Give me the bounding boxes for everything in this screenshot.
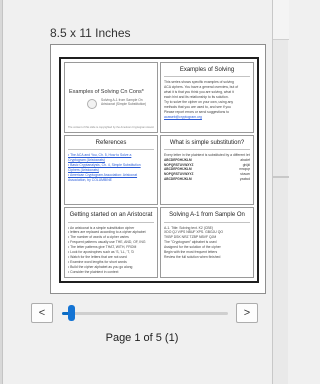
slide-title: Solving A-1 from Sample On	[164, 210, 250, 223]
slide-title: References	[68, 138, 154, 150]
right-panel-header	[273, 0, 289, 40]
slide-text-line: Consider the plaintext in context	[68, 270, 154, 275]
paper-size-label: 8.5 x 11 Inches	[50, 26, 131, 40]
slide-thumbnail-6: Solving A-1 from Sample On A-1. Title: S…	[160, 207, 254, 278]
slide-thumbnail-2: Examples of Solving This series shows sp…	[160, 62, 254, 133]
slide-email-link: acaweb@cryptogram.org	[164, 114, 202, 119]
page-indicator: Page 1 of 5 (1)	[105, 332, 179, 344]
slide-subtitle: Solving A-1 from Sample On Aristocrat (S…	[101, 98, 146, 107]
print-preview-page: Examples of Solving Cn Cons* Solving A-1…	[50, 44, 266, 294]
preview-navigation: < > Page 1 of 5 (1)	[0, 296, 272, 384]
next-page-button[interactable]: >	[236, 303, 258, 323]
page-slider[interactable]	[62, 305, 228, 321]
slide-table: ABCDEFGHIJKLM abcdef NOPQRSTUVWXYZ ghijkl …	[164, 158, 250, 182]
page-slider-thumb[interactable]	[68, 305, 75, 321]
slide-reference-link: Association, by COLUMBINE	[68, 177, 112, 182]
slide-body: This series shows specific examples of s…	[164, 80, 250, 120]
slide-title: Examples of Solving	[164, 65, 250, 78]
slide-title: Getting started on an Aristocrat	[68, 210, 154, 223]
slide-thumbnail-4: What is simple substitution? Every lette…	[160, 134, 254, 206]
slide-text-line: Review the full solution when finished	[164, 255, 221, 260]
slide-body: An aristocrat is a simple substitution c…	[68, 226, 154, 275]
slide-body: A-1. Title: Solving text. K2 (CBE) XDO Q…	[164, 226, 250, 261]
table-row: ABCDEFGHIJKLM yzabcd	[164, 176, 250, 181]
slide-graphic-icon	[87, 99, 97, 109]
right-panel-scrollbar[interactable]	[272, 0, 289, 384]
slide-thumbnail-1: Examples of Solving Cn Cons* Solving A-1…	[64, 62, 158, 133]
right-panel-divider	[273, 176, 289, 178]
slide-thumbnail-5: Getting started on an Aristocrat An aris…	[64, 207, 158, 278]
previous-page-button[interactable]: <	[31, 303, 53, 323]
slide-subtitle-line: Aristocrat (Simple Substitution)	[101, 102, 147, 107]
slide-body: The ACA and You, Ch. 5, How to Solve a C…	[68, 153, 154, 183]
slide-thumbnail-3: References The ACA and You, Ch. 5, How t…	[64, 134, 158, 206]
slide-title: What is simple substitution?	[164, 138, 250, 150]
handout-grid: Examples of Solving Cn Cons* Solving A-1…	[59, 57, 259, 283]
slide-title: Examples of Solving Cn Cons*	[69, 89, 144, 95]
slide-footer: The content of this slide is copyrighted…	[68, 125, 154, 129]
